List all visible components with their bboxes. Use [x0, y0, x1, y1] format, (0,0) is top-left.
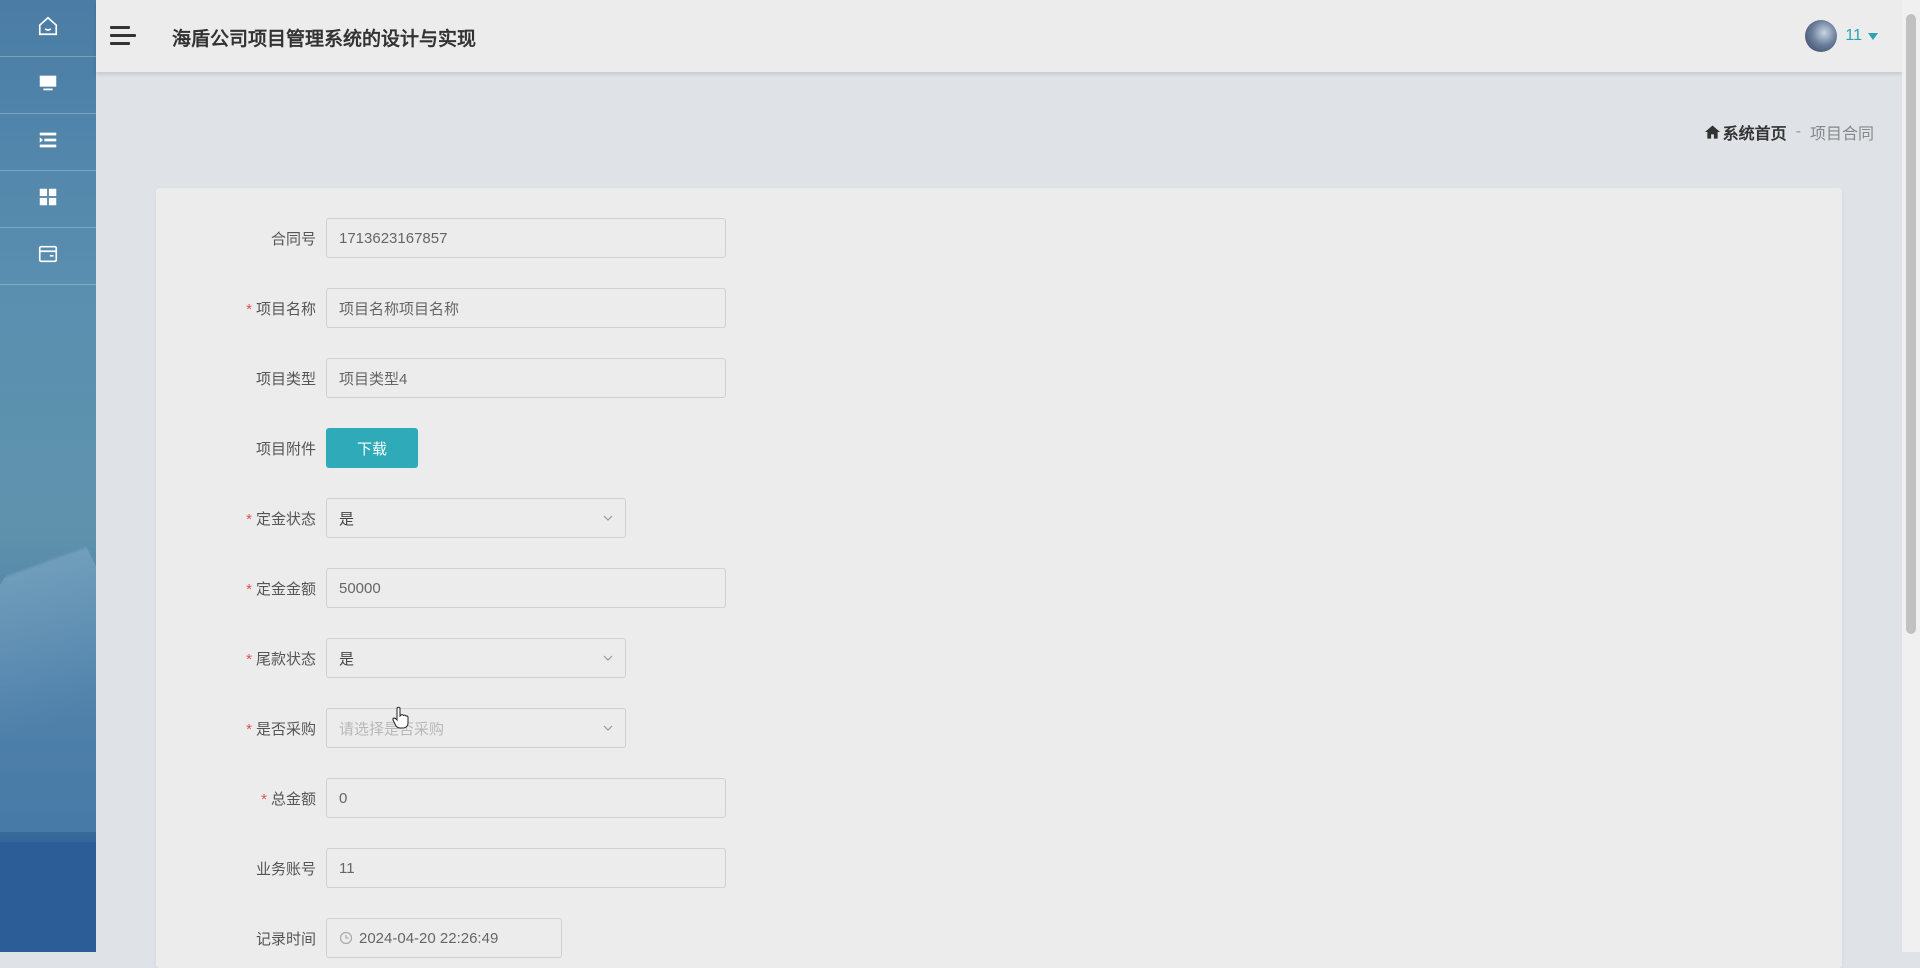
- sidebar-item-list[interactable]: [0, 114, 96, 171]
- record-time-input[interactable]: 2024-04-20 22:26:49: [326, 918, 562, 958]
- required-mark: *: [246, 580, 252, 598]
- sidebar-item-card[interactable]: [0, 228, 96, 285]
- form-row-project-name: * 项目名称 项目名称项目名称: [156, 288, 726, 328]
- form-row-purchase: * 是否采购 请选择是否采购: [156, 708, 626, 748]
- required-mark: *: [246, 510, 252, 528]
- chevron-down-icon: [603, 515, 613, 521]
- form-row-deposit-amount: * 定金金额 50000: [156, 568, 726, 608]
- sidebar-background-mountain: [0, 490, 96, 832]
- account-input[interactable]: 11: [326, 848, 726, 888]
- select-value: 是: [339, 650, 355, 668]
- deposit-status-select[interactable]: 是: [326, 498, 626, 538]
- field-label: * 项目名称: [246, 300, 316, 318]
- clock-icon: [339, 931, 353, 945]
- sidebar-background-lake: [0, 842, 96, 952]
- grid-icon: [37, 186, 59, 213]
- download-button[interactable]: 下载: [326, 428, 418, 468]
- top-header: 海盾公司项目管理系统的设计与实现 11: [96, 0, 1902, 72]
- list-icon: [37, 129, 59, 156]
- form-row-project-type: 项目类型 项目类型4: [156, 358, 726, 398]
- field-label: * 总金额: [261, 790, 316, 808]
- hand-cursor-icon: [392, 706, 409, 729]
- field-label: 业务账号: [255, 860, 316, 878]
- field-label: * 是否采购: [246, 720, 316, 738]
- form-row-contract-no: 合同号 1713623167857: [156, 218, 726, 258]
- app-title: 海盾公司项目管理系统的设计与实现: [172, 29, 477, 50]
- required-mark: *: [246, 300, 252, 318]
- purchase-select[interactable]: 请选择是否采购: [326, 708, 626, 748]
- form-row-final-status: * 尾款状态 是: [156, 638, 626, 678]
- deposit-amount-input[interactable]: 50000: [326, 568, 726, 608]
- sidebar-item-monitor[interactable]: [0, 57, 96, 114]
- required-mark: *: [261, 790, 267, 808]
- page-scrollbar[interactable]: [1902, 0, 1920, 952]
- scrollbar-thumb[interactable]: [1906, 14, 1916, 634]
- required-mark: *: [246, 720, 252, 738]
- contract-no-input[interactable]: 1713623167857: [326, 218, 726, 258]
- caret-down-icon: [1868, 32, 1878, 40]
- breadcrumb-current: 项目合同: [1809, 126, 1874, 143]
- home-icon: [37, 15, 59, 42]
- form-row-account: 业务账号 11: [156, 848, 726, 888]
- final-status-select[interactable]: 是: [326, 638, 626, 678]
- required-mark: *: [246, 650, 252, 668]
- project-name-input[interactable]: 项目名称项目名称: [326, 288, 726, 328]
- menu-toggle-button[interactable]: [110, 22, 138, 50]
- chevron-down-icon: [603, 655, 613, 661]
- total-amount-input[interactable]: 0: [326, 778, 726, 818]
- field-label: * 定金金额: [246, 580, 316, 598]
- user-name: 11: [1845, 27, 1862, 44]
- record-time-value: 2024-04-20 22:26:49: [359, 929, 499, 947]
- contract-form-panel: 合同号 1713623167857 * 项目名称 项目名称项目名称 项目类型 项目…: [156, 188, 1842, 968]
- project-type-input[interactable]: 项目类型4: [326, 358, 726, 398]
- form-row-attachment: 项目附件 下载: [156, 428, 418, 468]
- form-row-record-time: 记录时间 2024-04-20 22:26:49: [156, 918, 562, 958]
- chevron-down-icon: [603, 725, 613, 731]
- home-icon: [1704, 125, 1720, 139]
- field-label: * 定金状态: [246, 510, 316, 528]
- sidebar-item-home[interactable]: [0, 0, 96, 57]
- form-row-total-amount: * 总金额 0: [156, 778, 726, 818]
- monitor-icon: [37, 72, 59, 99]
- field-label: 项目类型: [255, 370, 316, 388]
- field-label: 项目附件: [255, 440, 316, 458]
- breadcrumb-separator: -: [1795, 123, 1801, 140]
- form-row-deposit-status: * 定金状态 是: [156, 498, 626, 538]
- card-icon: [37, 243, 59, 270]
- sidebar: [0, 0, 96, 952]
- breadcrumb-home[interactable]: 系统首页: [1704, 120, 1787, 144]
- sidebar-item-grid[interactable]: [0, 171, 96, 228]
- user-menu[interactable]: 11: [1805, 20, 1878, 52]
- field-label: 记录时间: [255, 930, 316, 948]
- field-label: 合同号: [270, 230, 316, 248]
- breadcrumb-home-label: 系统首页: [1722, 126, 1787, 143]
- avatar: [1805, 20, 1838, 52]
- field-label: * 尾款状态: [246, 650, 316, 668]
- select-value: 是: [339, 510, 355, 528]
- breadcrumb: 系统首页 - 项目合同: [1704, 120, 1874, 144]
